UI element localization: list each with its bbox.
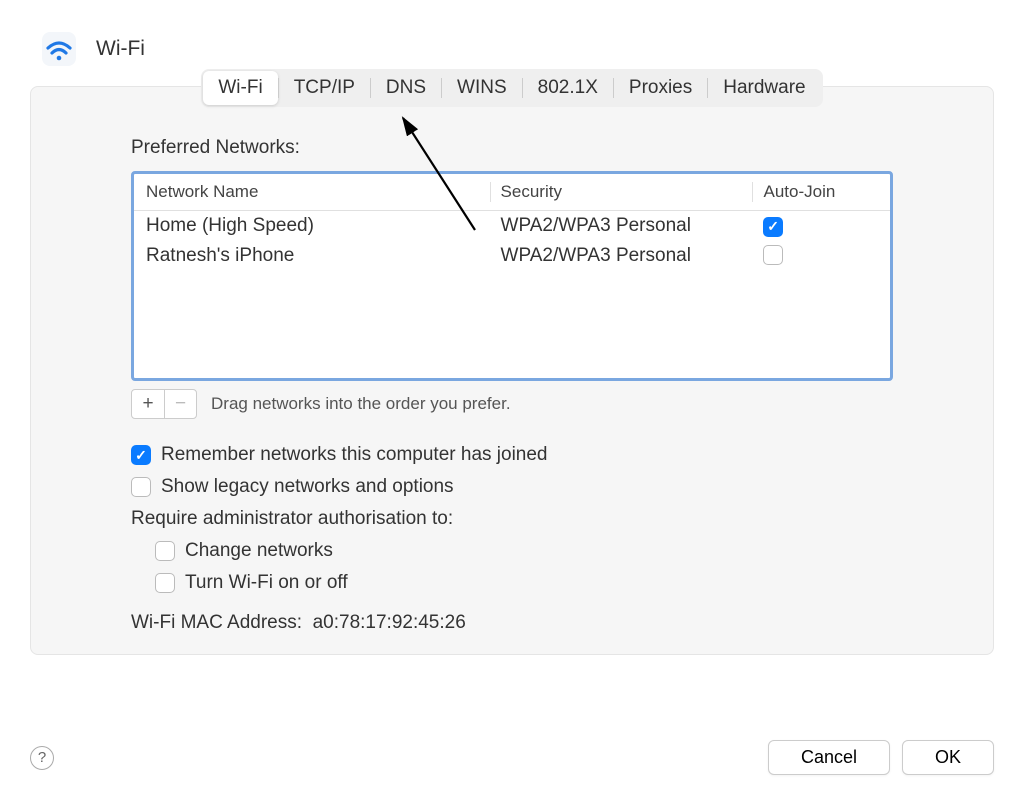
page-title: Wi-Fi xyxy=(96,37,145,61)
wifi-icon xyxy=(40,30,78,68)
remember-checkbox[interactable] xyxy=(131,445,151,465)
tab-proxies[interactable]: Proxies xyxy=(614,71,707,105)
remember-label: Remember networks this computer has join… xyxy=(161,444,548,466)
footer: ? Cancel OK xyxy=(0,740,1024,775)
table-row[interactable]: Home (High Speed) WPA2/WPA3 Personal xyxy=(134,211,890,241)
preferred-networks-label: Preferred Networks: xyxy=(131,137,893,159)
ok-button[interactable]: OK xyxy=(902,740,994,775)
table-row[interactable]: Ratnesh's iPhone WPA2/WPA3 Personal xyxy=(134,241,890,275)
turn-wifi-label: Turn Wi-Fi on or off xyxy=(185,572,348,594)
tab-dns[interactable]: DNS xyxy=(371,71,441,105)
tab-hardware[interactable]: Hardware xyxy=(708,71,820,105)
row-auto-join xyxy=(753,245,878,271)
row-security: WPA2/WPA3 Personal xyxy=(491,215,754,237)
auto-join-checkbox[interactable] xyxy=(763,217,783,237)
add-network-button[interactable]: + xyxy=(132,390,164,418)
tab-wins[interactable]: WINS xyxy=(442,71,522,105)
tab-8021x[interactable]: 802.1X xyxy=(523,71,613,105)
networks-table[interactable]: Network Name Security Auto-Join Home (Hi… xyxy=(131,171,893,381)
tab-tcpip[interactable]: TCP/IP xyxy=(279,71,370,105)
help-button[interactable]: ? xyxy=(30,746,54,770)
require-admin-label: Require administrator authorisation to: xyxy=(131,508,893,530)
window-header: Wi-Fi xyxy=(0,0,1024,78)
table-actions: + − Drag networks into the order you pre… xyxy=(131,389,893,419)
show-legacy-option: Show legacy networks and options xyxy=(131,476,893,498)
turn-wifi-checkbox[interactable] xyxy=(155,573,175,593)
change-networks-checkbox[interactable] xyxy=(155,541,175,561)
table-header: Network Name Security Auto-Join xyxy=(134,174,890,211)
mac-value: a0:78:17:92:45:26 xyxy=(313,612,466,633)
row-network-name: Ratnesh's iPhone xyxy=(146,245,491,271)
remove-network-button[interactable]: − xyxy=(164,390,196,418)
row-network-name: Home (High Speed) xyxy=(146,215,491,237)
show-legacy-label: Show legacy networks and options xyxy=(161,476,454,498)
mac-address-row: Wi-Fi MAC Address: a0:78:17:92:45:26 xyxy=(131,612,893,634)
turn-wifi-option: Turn Wi-Fi on or off xyxy=(155,572,893,594)
col-security[interactable]: Security xyxy=(490,182,753,202)
show-legacy-checkbox[interactable] xyxy=(131,477,151,497)
remember-option: Remember networks this computer has join… xyxy=(131,444,893,466)
drag-hint: Drag networks into the order you prefer. xyxy=(211,394,511,414)
change-networks-option: Change networks xyxy=(155,540,893,562)
tab-bar: Wi-Fi TCP/IP DNS WINS 802.1X Proxies Har… xyxy=(201,69,822,107)
mac-label: Wi-Fi MAC Address: xyxy=(131,612,302,633)
change-networks-label: Change networks xyxy=(185,540,333,562)
options-group: Remember networks this computer has join… xyxy=(131,444,893,634)
col-auto-join[interactable]: Auto-Join xyxy=(752,182,878,202)
col-network-name[interactable]: Network Name xyxy=(146,182,490,202)
row-security: WPA2/WPA3 Personal xyxy=(491,245,754,271)
add-remove-group: + − xyxy=(131,389,197,419)
row-auto-join xyxy=(753,215,878,237)
auto-join-checkbox[interactable] xyxy=(763,245,783,265)
content-panel: Wi-Fi TCP/IP DNS WINS 802.1X Proxies Har… xyxy=(30,86,994,655)
cancel-button[interactable]: Cancel xyxy=(768,740,890,775)
tab-wifi[interactable]: Wi-Fi xyxy=(203,71,277,105)
